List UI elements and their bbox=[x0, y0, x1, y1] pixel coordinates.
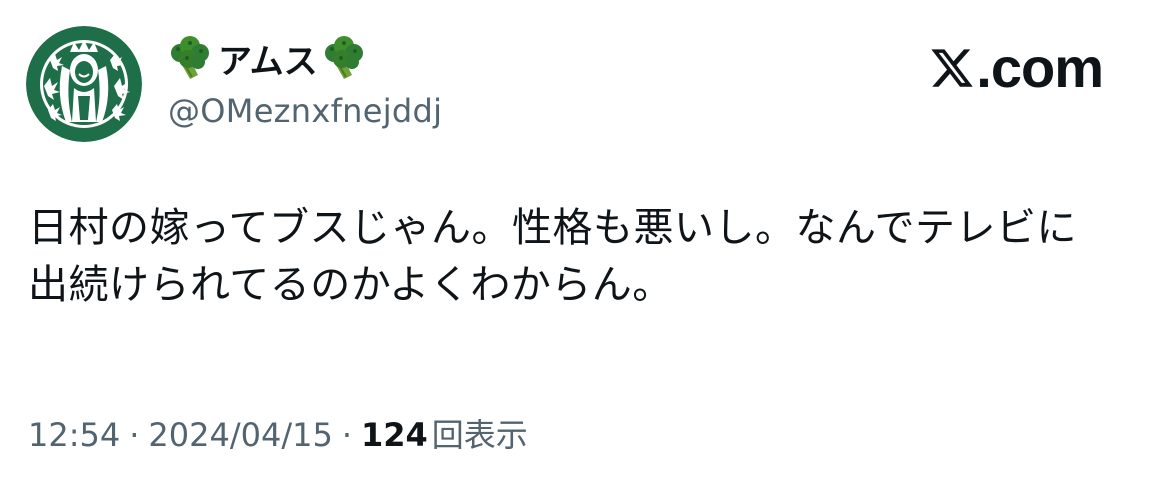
tweet-meta: 12:54 · 2024/04/15 · 124 回表示 bbox=[28, 410, 528, 456]
display-name-text: アムス bbox=[218, 41, 318, 82]
brand-domain-text: .com bbox=[976, 36, 1104, 99]
tweet-time[interactable]: 12:54 bbox=[28, 416, 120, 454]
meta-separator: · bbox=[341, 416, 352, 454]
x-logo-icon bbox=[931, 49, 974, 87]
views-label: 回表示 bbox=[431, 416, 528, 454]
tweet-header: アムス @OMeznxfnejddj .com bbox=[26, 26, 1143, 144]
display-name[interactable]: アムス bbox=[168, 32, 442, 84]
x-brand: .com bbox=[929, 36, 1104, 99]
user-handle[interactable]: @OMeznxfnejddj bbox=[168, 92, 442, 130]
tweet-text-line: 日村の嫁ってブスじゃん。性格も悪いし。なんでテレビに bbox=[28, 205, 1077, 251]
siren-logo-parody-icon bbox=[26, 26, 142, 142]
tweet-date[interactable]: 2024/04/15 bbox=[148, 416, 332, 454]
user-info: アムス @OMeznxfnejddj bbox=[168, 32, 442, 130]
meta-separator: · bbox=[129, 416, 140, 454]
broccoli-icon bbox=[171, 36, 209, 79]
avatar[interactable] bbox=[26, 26, 142, 142]
broccoli-icon bbox=[324, 36, 363, 79]
tweet-body: 日村の嫁ってブスじゃん。性格も悪いし。なんでテレビに 出続けられてるのかよくわか… bbox=[28, 200, 1138, 314]
tweet-text-line: 出続けられてるのかよくわからん。 bbox=[28, 262, 673, 308]
views-count[interactable]: 124 bbox=[361, 416, 428, 454]
